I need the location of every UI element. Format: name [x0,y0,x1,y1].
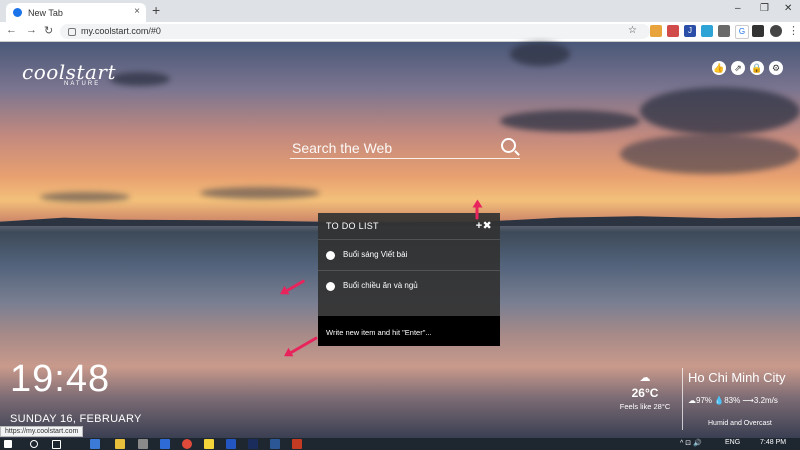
cloud [620,134,800,174]
search-input[interactable] [290,138,494,158]
app-icon[interactable] [226,439,236,449]
file-explorer-icon[interactable] [115,439,125,449]
clock-time: 19:48 [10,358,111,400]
chrome-icon[interactable] [182,439,192,449]
address-bar-row: ← → ↻ my.coolstart.com/#0 ☆ J G ⋮ [0,22,800,42]
todo-checkbox[interactable] [326,250,335,260]
cloud [200,187,320,199]
tab-title: New Tab [28,7,63,18]
search-box [290,138,520,159]
weather-divider [682,368,683,430]
app-icon[interactable] [90,439,100,449]
top-icon-bar: 👍 ⇗ 🔒 ⚙ [712,58,788,76]
new-tab-button[interactable]: + [152,2,160,18]
weather-condition: Humid and Overcast [708,420,772,427]
extension-icon-2[interactable] [667,25,679,37]
extension-icon-1[interactable] [650,25,662,37]
maximize-button[interactable]: ❐ [760,3,769,14]
app-icon[interactable] [138,439,148,449]
share-icon[interactable]: ⇗ [731,61,745,75]
todo-header: TO DO LIST +✖ [318,213,500,239]
extension-icon-7[interactable] [752,25,764,37]
cloud [510,42,570,66]
cloud [640,87,800,135]
todo-list-panel: TO DO LIST +✖ Buổi sáng Viết bài Buổi ch… [318,213,500,346]
tray-icons[interactable]: ^ ⊡ 🔊 [680,439,702,447]
language-indicator[interactable]: ENG [725,439,740,446]
close-todo-icon[interactable]: ✖ [482,220,492,232]
cloud [40,192,130,202]
menu-dots-icon[interactable]: ⋮ [788,24,799,37]
lock-icon[interactable]: 🔒 [750,61,764,75]
extension-icon-5[interactable] [718,25,730,37]
weather-city: Ho Chi Minh City [688,370,786,385]
bookmark-star-icon[interactable]: ☆ [628,25,637,36]
weather-temp: 26°C [631,386,659,400]
forward-button[interactable]: → [26,24,37,36]
browser-tab-strip: New Tab × + – ❐ ✕ [0,0,800,22]
weather-stats: ☁97% 💧83% ⟶3.2m/s [688,396,778,405]
lock-icon [68,27,76,36]
tab-new-tab[interactable]: New Tab × [6,3,146,22]
cloud-icon: ☁ [639,372,651,384]
windows-start-icon[interactable] [4,440,12,448]
weather-feels-like: Feels like 28°C [619,402,671,411]
close-window-button[interactable]: ✕ [784,3,792,14]
cloud [500,110,640,132]
cloud [110,72,170,86]
annotation-arrow [475,201,479,220]
todo-item-label: Buổi sáng Viết bài [343,250,408,259]
taskbar-clock[interactable]: 7:48 PM [760,439,786,446]
search-icon[interactable] [501,138,516,153]
app-icon[interactable] [160,439,170,449]
photoshop-icon[interactable] [248,439,258,449]
taskbar: ^ ⊡ 🔊 ENG 7:48 PM [0,438,800,450]
omnibox[interactable]: my.coolstart.com/#0 [60,24,650,39]
extension-icon-3[interactable]: J [684,25,696,37]
tab-close-icon[interactable]: × [134,6,140,17]
app-icon[interactable] [204,439,214,449]
like-icon[interactable]: 👍 [712,61,726,75]
search-icon[interactable] [30,440,38,448]
todo-input-row [318,316,500,346]
profile-avatar[interactable] [770,25,782,37]
settings-gear-icon[interactable]: ⚙ [769,61,783,75]
app-icon[interactable] [292,439,302,449]
reload-button[interactable]: ↻ [44,24,53,37]
status-bar-url: https://my.coolstart.com [0,426,84,437]
todo-title: TO DO LIST [326,221,379,231]
omnibox-url: my.coolstart.com/#0 [81,26,161,36]
coolstart-logo[interactable]: coolstart NATURE [22,60,116,87]
todo-checkbox[interactable] [326,281,335,291]
todo-item-label: Buổi chiều ăn và ngủ [343,281,418,290]
clock-date: SUNDAY 16, FEBRUARY [10,413,142,425]
task-view-icon[interactable] [52,440,61,449]
chrome-favicon-icon [13,8,22,17]
weather-current[interactable]: ☁ 26°C Feels like 28°C [610,368,680,411]
todo-new-item-input[interactable] [324,321,498,343]
todo-item[interactable]: Buổi sáng Viết bài [318,239,500,270]
back-button[interactable]: ← [6,24,17,36]
word-icon[interactable] [270,439,280,449]
extension-icon-4[interactable] [701,25,713,37]
extension-icon-6[interactable]: G [735,25,749,39]
todo-item[interactable]: Buổi chiều ăn và ngủ [318,270,500,301]
minimize-button[interactable]: – [735,3,741,14]
